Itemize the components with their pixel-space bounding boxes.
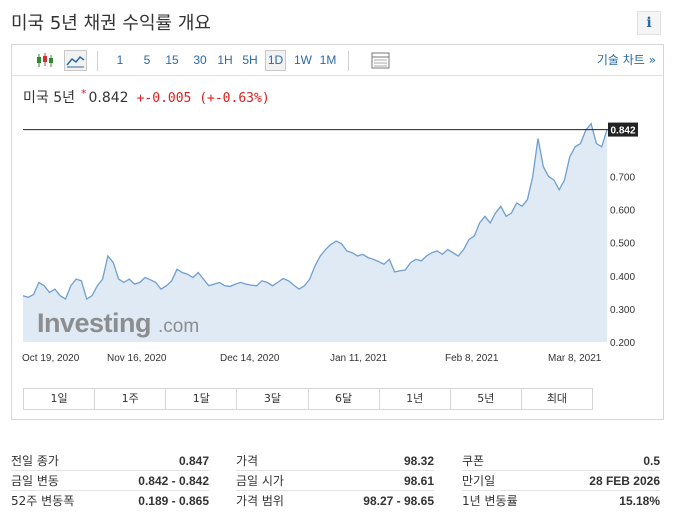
stat-value: 98.61 [403,474,434,488]
stat-value: 98.27 - 98.65 [363,494,434,508]
stat-label: 가격 [236,454,259,468]
x-tick-label: Nov 16, 2020 [107,353,167,364]
stat-label: 전일 종가 [11,454,59,468]
stat-row: 전일 종가 0.847 [11,451,209,471]
stat-label: 만기일 [462,474,496,488]
range-button-0[interactable]: 1일 [24,389,96,409]
stat-label: 1년 변동률 [462,494,518,508]
y-tick-label: 0.700 [610,173,635,184]
time-range-bar: 1일 1주 1달 3달 6달 1년 5년 최대 [23,388,593,410]
stat-value: 0.5 [643,454,660,468]
investing-watermark-suffix: .com [158,316,199,337]
range-button-3[interactable]: 3달 [237,389,309,409]
stat-label: 금일 변동 [11,474,59,488]
range-button-1[interactable]: 1주 [95,389,167,409]
stat-row: 가격 98.32 [236,451,434,471]
stat-value: 98.32 [403,454,434,468]
stat-row: 52주 변동폭 0.189 - 0.865 [11,491,209,511]
stat-label: 쿠폰 [462,454,485,468]
stat-label: 52주 변동폭 [11,494,75,508]
stat-label: 가격 범위 [236,494,284,508]
range-button-6[interactable]: 5년 [451,389,522,409]
x-tick-label: Mar 8, 2021 [548,353,602,364]
stat-value: 0.847 [178,454,209,468]
page-title: 미국 5년 채권 수익률 개요 [11,13,211,34]
range-button-5[interactable]: 1년 [380,389,451,409]
range-button-4[interactable]: 6달 [309,389,380,409]
stat-row: 쿠폰 0.5 [462,451,660,471]
range-button-2[interactable]: 1달 [166,389,238,409]
stat-row: 가격 범위 98.27 - 98.65 [236,491,434,511]
last-value-label: 0.842 [610,126,635,137]
stat-value: 0.842 - 0.842 [138,474,209,488]
yield-chart[interactable]: 0.842 0.200 0.300 0.400 0.500 0.600 0.700 Oct 1… [12,45,663,385]
y-tick-label: 0.600 [610,206,635,217]
stat-value: 15.18% [619,494,660,508]
y-tick-label: 0.400 [610,272,635,283]
range-button-7[interactable]: 최대 [522,389,592,409]
x-tick-label: Feb 8, 2021 [445,353,499,364]
x-tick-label: Jan 11, 2021 [330,353,388,364]
stat-row: 1년 변동률 15.18% [462,491,660,511]
stat-value: 28 FEB 2026 [589,474,660,488]
stat-value: 0.189 - 0.865 [138,494,209,508]
y-tick-label: 0.500 [610,239,635,250]
x-tick-label: Dec 14, 2020 [220,353,280,364]
chart-panel: 1 5 15 30 1H 5H 1D 1W 1M 기술 차트 » 미국 5년 * 0.842 +-0.… [11,44,664,420]
y-tick-label: 0.300 [610,305,635,316]
stat-row: 금일 변동 0.842 - 0.842 [11,471,209,491]
stat-row: 금일 시가 98.61 [236,471,434,491]
stat-row: 만기일 28 FEB 2026 [462,471,660,491]
x-tick-label: Oct 19, 2020 [22,353,80,364]
investing-watermark: Investing [37,308,151,338]
stat-label: 금일 시가 [236,474,284,488]
info-icon[interactable]: i [637,11,661,35]
y-tick-label: 0.200 [610,338,635,349]
